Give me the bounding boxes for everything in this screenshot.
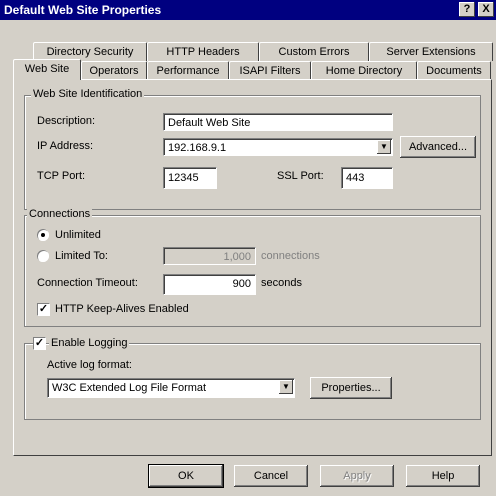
identification-group: Web Site Identification Description: Def… [24, 88, 481, 210]
help-title-button[interactable]: ? [459, 2, 475, 17]
window-title: Default Web Site Properties [4, 3, 162, 17]
limited-to-radio[interactable] [37, 250, 49, 262]
tab-web-site[interactable]: Web Site [13, 59, 81, 80]
help-button[interactable]: Help [406, 465, 480, 487]
timeout-unit-label: seconds [261, 277, 302, 289]
close-title-button[interactable]: X [478, 2, 494, 17]
log-format-value: W3C Extended Log File Format [52, 382, 207, 394]
tab-home-directory[interactable]: Home Directory [311, 61, 417, 80]
advanced-button[interactable]: Advanced... [400, 136, 476, 158]
unlimited-radio[interactable] [37, 229, 49, 241]
ip-address-label: IP Address: [37, 140, 94, 152]
ssl-port-label: SSL Port: [277, 170, 324, 182]
limited-to-label: Limited To: [55, 250, 108, 262]
log-properties-button[interactable]: Properties... [310, 377, 392, 399]
keepalive-checkbox[interactable]: ✓ [37, 303, 50, 316]
tab-isapi-filters[interactable]: ISAPI Filters [229, 61, 311, 80]
title-bar[interactable]: Default Web Site Properties ? X [0, 0, 496, 20]
tab-documents[interactable]: Documents [417, 61, 491, 80]
connection-timeout-input[interactable]: 900 [163, 274, 256, 295]
tcp-port-input[interactable]: 12345 [163, 167, 217, 189]
ip-address-value: 192.168.9.1 [168, 142, 227, 154]
description-input[interactable]: Default Web Site [163, 113, 393, 131]
keepalive-label: HTTP Keep-Alives Enabled [55, 303, 189, 315]
ok-button[interactable]: OK [148, 464, 224, 488]
chevron-down-icon[interactable]: ▼ [377, 140, 391, 154]
cancel-button[interactable]: Cancel [234, 465, 308, 487]
logging-group: ✓ Enable Logging Active log format: W3C … [24, 337, 481, 420]
tab-custom-errors[interactable]: Custom Errors [259, 42, 369, 61]
log-format-select[interactable]: W3C Extended Log File Format ▼ [47, 378, 295, 398]
connection-limit-input[interactable]: 1,000 [163, 247, 256, 265]
enable-logging-label: Enable Logging [49, 337, 130, 349]
tab-http-headers[interactable]: HTTP Headers [147, 42, 259, 61]
connections-legend: Connections [27, 208, 93, 220]
log-format-label: Active log format: [47, 359, 132, 371]
tab-performance[interactable]: Performance [147, 61, 229, 80]
tcp-port-label: TCP Port: [37, 170, 86, 182]
tab-panel: Web Site Identification Description: Def… [13, 79, 492, 456]
connections-unit-label: connections [261, 250, 320, 262]
properties-window: Default Web Site Properties ? X Director… [0, 0, 496, 496]
ssl-port-input[interactable]: 443 [341, 167, 393, 189]
tab-server-extensions[interactable]: Server Extensions [369, 42, 493, 61]
connection-timeout-label: Connection Timeout: [37, 277, 138, 289]
enable-logging-checkbox[interactable]: ✓ [33, 337, 46, 350]
chevron-down-icon[interactable]: ▼ [279, 380, 293, 394]
identification-legend: Web Site Identification [31, 88, 145, 100]
unlimited-label: Unlimited [55, 229, 101, 241]
connections-group: Connections Unlimited Limited To: 1,000 … [24, 208, 481, 327]
apply-button[interactable]: Apply [320, 465, 394, 487]
ip-address-select[interactable]: 192.168.9.1 ▼ [163, 138, 393, 156]
description-label: Description: [37, 115, 96, 127]
tab-operators[interactable]: Operators [81, 61, 147, 80]
